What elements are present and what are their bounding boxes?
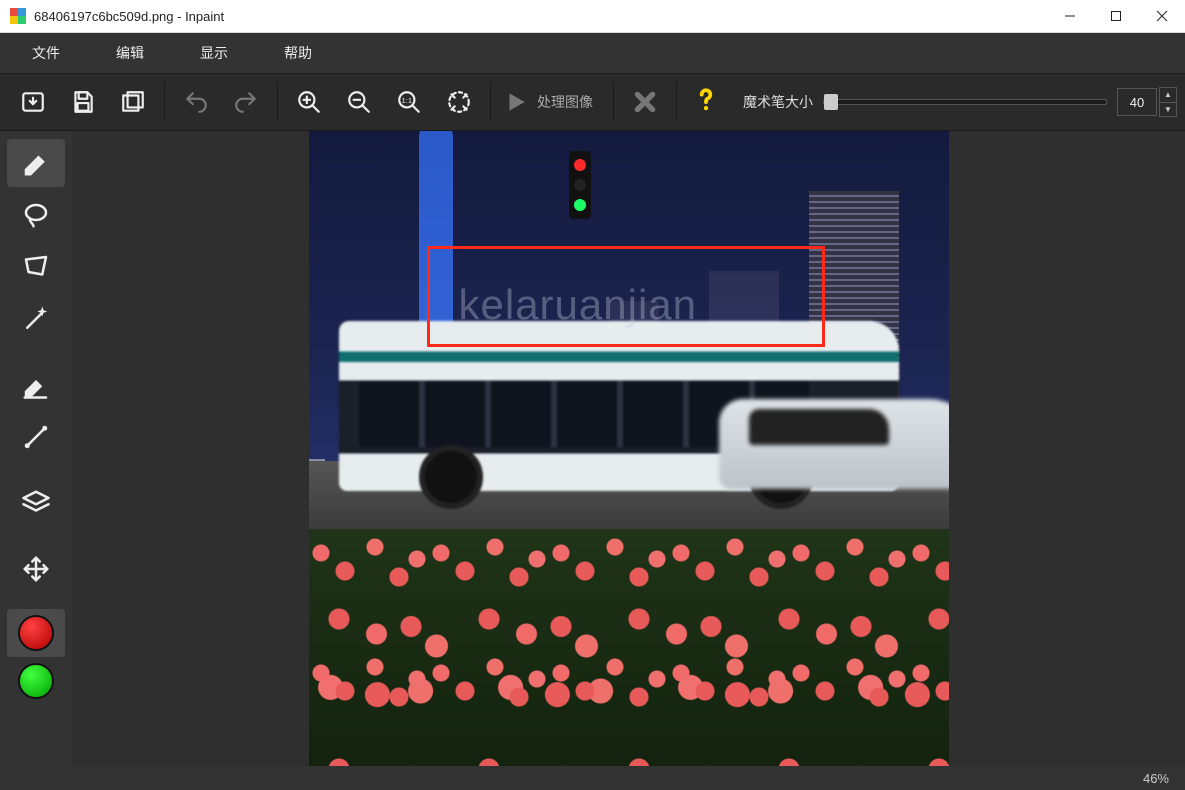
tool-eraser[interactable] (7, 361, 65, 409)
green-dot-icon (18, 663, 54, 699)
zoom-level: 46% (1143, 771, 1169, 786)
spin-down[interactable]: ▼ (1160, 103, 1176, 117)
zoom-actual-button[interactable]: 1:1 (384, 78, 434, 126)
tool-polygon[interactable] (7, 243, 65, 291)
toolbar: 1:1 处理图像 魔术笔大小 40 ▲▼ (0, 73, 1185, 131)
process-button[interactable]: 处理图像 (497, 89, 607, 115)
minimize-button[interactable] (1047, 0, 1093, 32)
body: kelaruanjian 46% (0, 131, 1185, 790)
eraser-icon (21, 370, 51, 400)
save-button[interactable] (58, 78, 108, 126)
mask-color-red[interactable] (7, 609, 65, 657)
brush-size-slider[interactable] (823, 99, 1107, 105)
redo-button[interactable] (221, 78, 271, 126)
tool-move[interactable] (7, 545, 65, 593)
tool-donor[interactable] (7, 479, 65, 527)
menu-help[interactable]: 帮助 (256, 33, 340, 73)
tool-magic-wand[interactable] (7, 295, 65, 343)
undo-button[interactable] (171, 78, 221, 126)
tool-lasso[interactable] (7, 191, 65, 239)
slider-thumb[interactable] (824, 94, 838, 110)
zoom-fit-button[interactable] (434, 78, 484, 126)
brush-size-value[interactable]: 40 (1117, 88, 1157, 116)
image-canvas[interactable]: kelaruanjian (309, 131, 949, 766)
menubar: 文件 编辑 显示 帮助 (0, 33, 1185, 73)
app-window: 68406197c6bc509d.png - Inpaint 文件 编辑 显示 … (0, 0, 1185, 790)
brush-size-spinner[interactable]: ▲▼ (1159, 87, 1177, 117)
canvas-area: kelaruanjian 46% (72, 131, 1185, 790)
maximize-button[interactable] (1093, 0, 1139, 32)
play-icon (503, 89, 529, 115)
app-icon (10, 8, 26, 24)
batch-button[interactable] (108, 78, 158, 126)
open-button[interactable] (8, 78, 58, 126)
question-icon (693, 87, 719, 113)
zoom-out-button[interactable] (334, 78, 384, 126)
svg-text:1:1: 1:1 (402, 96, 413, 105)
sidebar (0, 131, 72, 790)
layers-icon (21, 488, 51, 518)
magic-wand-icon (21, 304, 51, 334)
selection-rectangle (427, 246, 825, 347)
window-title: 68406197c6bc509d.png - Inpaint (34, 9, 224, 24)
brush-size-label: 魔术笔大小 (743, 92, 813, 112)
polygon-icon (21, 252, 51, 282)
red-dot-icon (18, 615, 54, 651)
eraser-marker-icon (21, 148, 51, 178)
process-label: 处理图像 (537, 92, 593, 112)
menu-view[interactable]: 显示 (172, 33, 256, 73)
lasso-icon (21, 200, 51, 230)
tool-marker[interactable] (7, 139, 65, 187)
menu-file[interactable]: 文件 (4, 33, 88, 73)
menu-edit[interactable]: 编辑 (88, 33, 172, 73)
mask-color-green[interactable] (7, 657, 65, 705)
close-button[interactable] (1139, 0, 1185, 32)
titlebar: 68406197c6bc509d.png - Inpaint (0, 0, 1185, 33)
canvas-viewport[interactable]: kelaruanjian (72, 131, 1185, 766)
zoom-in-button[interactable] (284, 78, 334, 126)
tool-line[interactable] (7, 413, 65, 461)
move-icon (21, 554, 51, 584)
help-button[interactable] (683, 87, 729, 118)
spin-up[interactable]: ▲ (1160, 88, 1176, 103)
cancel-button[interactable] (620, 78, 670, 126)
statusbar: 46% (72, 766, 1185, 790)
line-icon (21, 422, 51, 452)
